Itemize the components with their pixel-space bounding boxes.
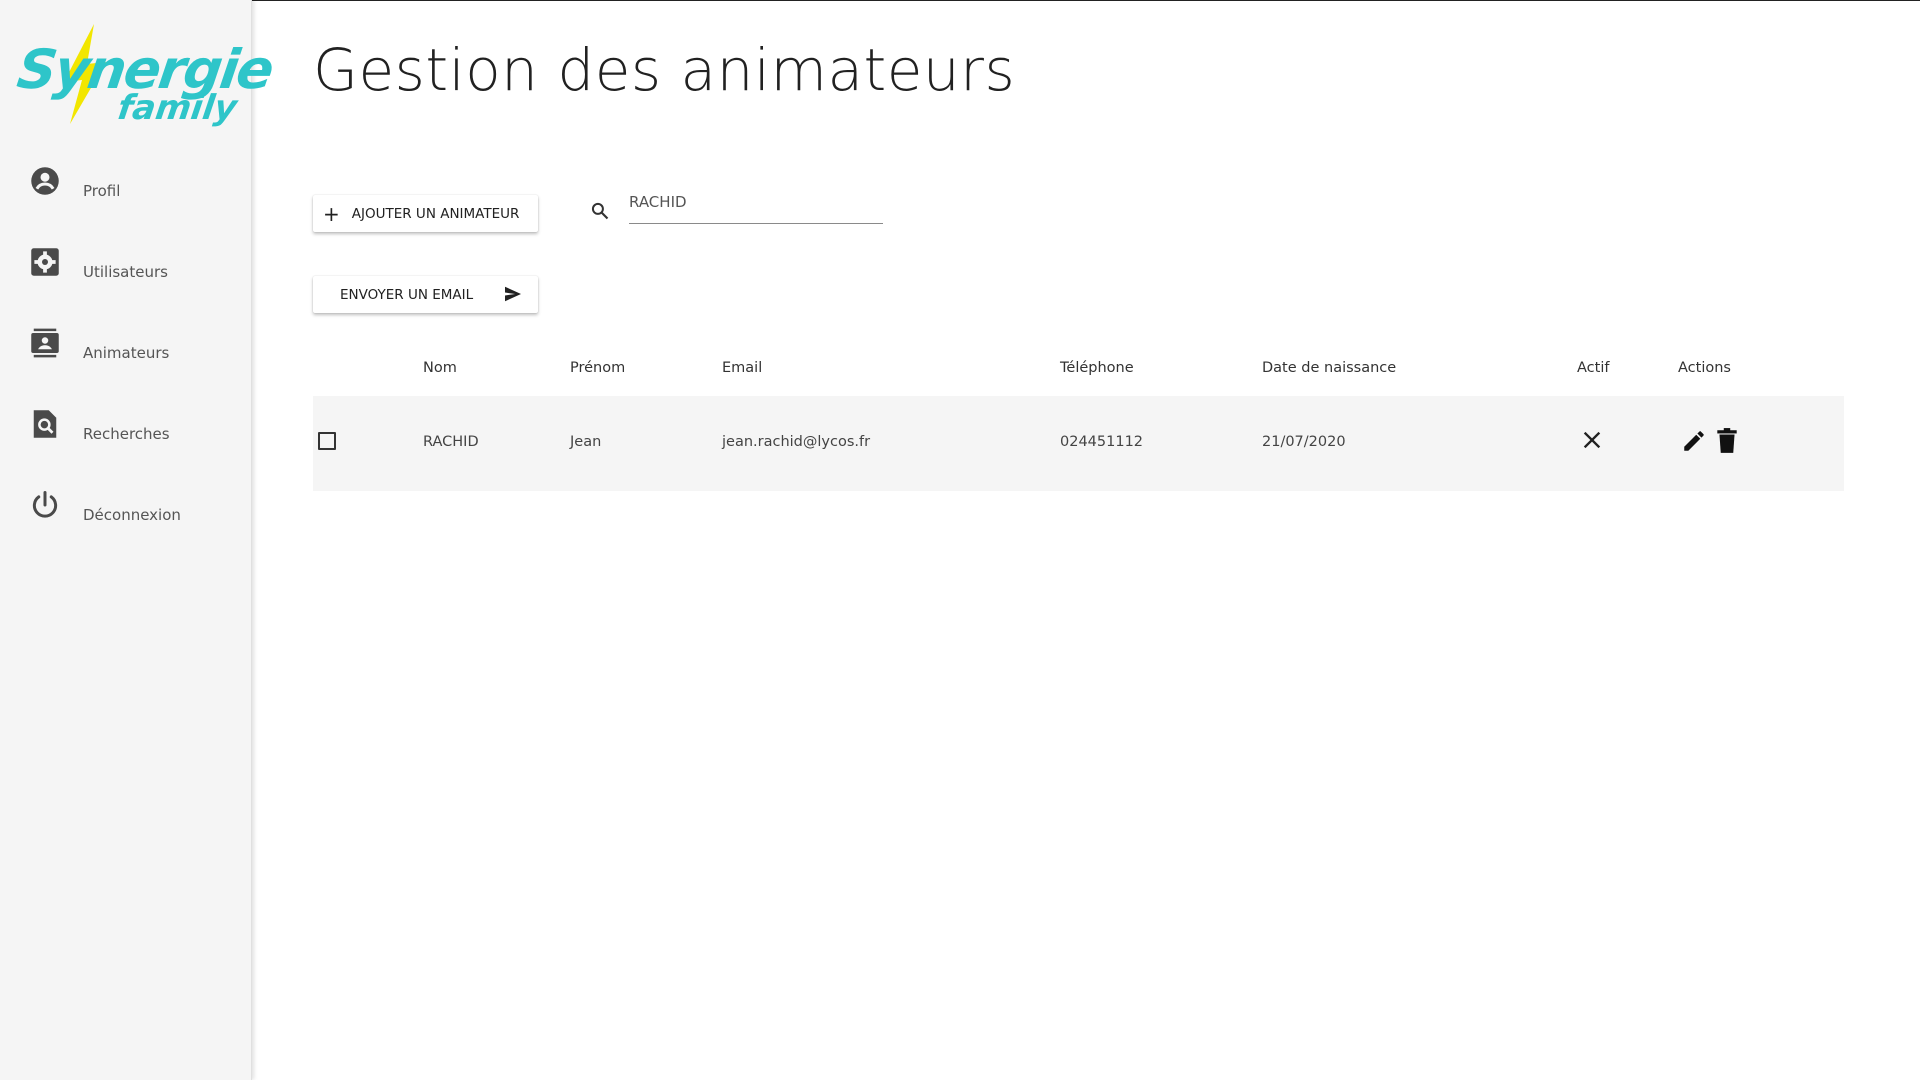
add-animateur-label: AJOUTER UN ANIMATEUR <box>351 205 520 222</box>
search-input[interactable] <box>629 186 883 224</box>
logo-text-family: family <box>115 88 240 128</box>
cell-email: jean.rachid@lycos.fr <box>722 434 871 450</box>
sidebar-item-label: Utilisateurs <box>83 263 168 281</box>
sidebar-nav: Profil Utilisateurs Animateurs Recherche… <box>0 160 252 565</box>
sidebar-item-label: Recherches <box>83 425 170 443</box>
column-header-actif[interactable]: Actif <box>1577 360 1609 376</box>
cell-nom: RACHID <box>423 434 479 450</box>
sidebar-item-recherches[interactable]: Recherches <box>0 403 252 484</box>
sidebar-item-profil[interactable]: Profil <box>0 160 252 241</box>
sidebar-item-animateurs[interactable]: Animateurs <box>0 322 252 403</box>
cell-date-naissance: 21/07/2020 <box>1262 434 1346 450</box>
send-email-label: ENVOYER UN EMAIL <box>340 286 474 303</box>
delete-trash-icon[interactable] <box>1714 427 1740 455</box>
column-header-telephone[interactable]: Téléphone <box>1060 360 1134 376</box>
column-header-prenom[interactable]: Prénom <box>570 360 625 376</box>
column-header-nom[interactable]: Nom <box>423 360 457 376</box>
cell-telephone: 024451112 <box>1060 434 1144 450</box>
contacts-icon <box>31 328 59 358</box>
column-header-date-naissance[interactable]: Date de naissance <box>1262 360 1396 376</box>
find-in-page-icon <box>33 410 57 438</box>
settings-box-icon <box>31 248 59 276</box>
main-content: Gestion des animateurs + AJOUTER UN ANIM… <box>253 0 1920 1080</box>
power-icon <box>32 491 58 518</box>
cell-prenom: Jean <box>570 434 602 450</box>
send-icon <box>505 286 521 302</box>
send-email-button[interactable]: ENVOYER UN EMAIL <box>313 276 538 313</box>
table-header: Nom Prénom Email Téléphone Date de naiss… <box>313 345 1844 395</box>
sidebar-item-label: Profil <box>83 182 121 200</box>
edit-pencil-icon[interactable] <box>1681 428 1707 454</box>
sidebar-item-utilisateurs[interactable]: Utilisateurs <box>0 241 252 322</box>
inactive-x-icon <box>1583 431 1601 449</box>
column-header-email[interactable]: Email <box>722 360 762 376</box>
row-select-checkbox[interactable] <box>318 432 336 450</box>
synergie-family-logo[interactable]: Synergie family <box>14 24 276 132</box>
table-row[interactable]: RACHID Jean jean.rachid@lycos.fr 0244511… <box>313 396 1844 491</box>
sidebar-item-label: Animateurs <box>83 344 170 362</box>
sidebar-item-label: Déconnexion <box>83 506 181 524</box>
column-header-actions: Actions <box>1678 360 1731 376</box>
animateurs-table: Nom Prénom Email Téléphone Date de naiss… <box>313 345 1844 491</box>
plus-icon: + <box>323 201 340 226</box>
sidebar-item-deconnexion[interactable]: Déconnexion <box>0 484 252 565</box>
page-title: Gestion des animateurs <box>313 36 1016 104</box>
search-icon <box>591 202 609 220</box>
account-circle-icon <box>31 167 59 195</box>
sidebar: Synergie family Profil Utilisateurs Anim… <box>0 0 276 1080</box>
add-animateur-button[interactable]: + AJOUTER UN ANIMATEUR <box>313 195 538 232</box>
